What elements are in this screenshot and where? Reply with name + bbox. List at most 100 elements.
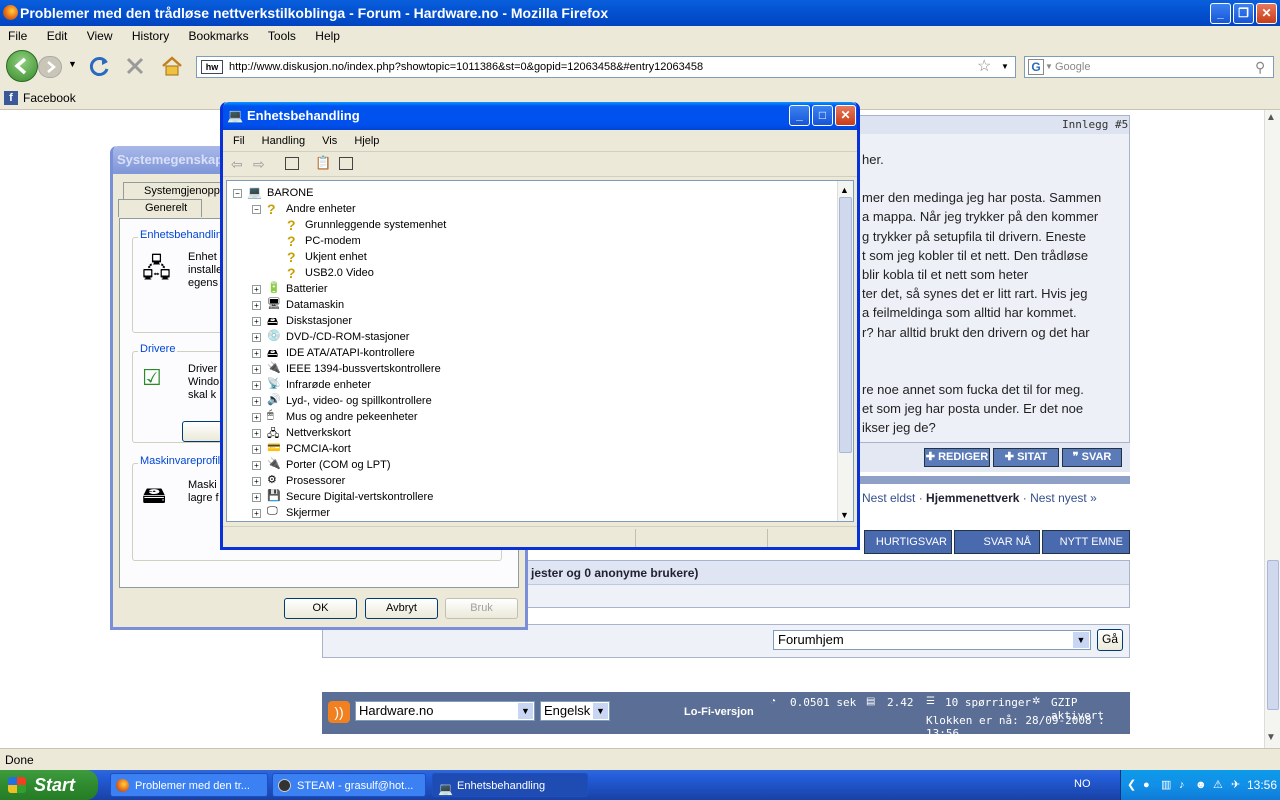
dm-close-button[interactable]: ✕	[835, 105, 856, 126]
tree-category[interactable]: Infrarøde enheter	[286, 377, 371, 393]
tree-category[interactable]: Mus og andre pekeenheter	[286, 409, 417, 425]
language-select[interactable]: Engelsk ▼	[540, 701, 610, 721]
minimize-button[interactable]: _	[1210, 3, 1231, 24]
tray-expand-icon[interactable]: ❮	[1127, 770, 1136, 800]
menu-history[interactable]: History	[132, 29, 169, 43]
expand-icon[interactable]: +	[252, 429, 261, 438]
post-number[interactable]: Innlegg #5	[1062, 118, 1128, 131]
tree-category[interactable]: Lyd-, video- og spillkontrollere	[286, 393, 432, 409]
tree-scrollbar[interactable]: ▲ ▼	[837, 181, 853, 521]
expand-icon[interactable]: +	[252, 365, 261, 374]
tree-other-devices[interactable]: Andre enheter	[286, 201, 356, 217]
dm-menu-action[interactable]: Handling	[262, 135, 305, 147]
show-hide-tree-icon[interactable]	[285, 157, 299, 170]
close-button[interactable]: ✕	[1256, 3, 1277, 24]
expand-icon[interactable]: +	[252, 445, 261, 454]
google-engine-icon[interactable]: G	[1028, 59, 1044, 75]
dm-minimize-button[interactable]: _	[789, 105, 810, 126]
dm-forward-icon[interactable]: ⇨	[253, 156, 265, 173]
bookmark-facebook[interactable]: Facebook	[23, 86, 76, 110]
tree-category[interactable]: Datamaskin	[286, 297, 344, 313]
tray-security-icon[interactable]: ⚠	[1213, 770, 1223, 800]
scroll-up-icon[interactable]: ▲	[1266, 112, 1276, 123]
scroll-thumb[interactable]	[1267, 560, 1279, 710]
tray-steam-icon[interactable]: ●	[1143, 770, 1150, 800]
tree-category[interactable]: DVD-/CD-ROM-stasjoner	[286, 329, 409, 345]
ok-button[interactable]: OK	[284, 598, 357, 619]
tree-scroll-thumb[interactable]	[839, 197, 852, 453]
expand-icon[interactable]: +	[252, 477, 261, 486]
nav-next-link[interactable]: Nest nyest »	[1030, 491, 1097, 505]
menu-tools[interactable]: Tools	[268, 29, 296, 43]
expand-icon[interactable]: +	[252, 349, 261, 358]
engine-dropdown-icon[interactable]: ▼	[1045, 57, 1053, 77]
nav-prev-link[interactable]: Nest eldst	[862, 491, 915, 505]
scroll-down-icon[interactable]: ▼	[840, 507, 849, 521]
apply-button[interactable]: Bruk	[445, 598, 518, 619]
expand-icon[interactable]: +	[252, 333, 261, 342]
expand-icon[interactable]: +	[252, 301, 261, 310]
tray-user-icon[interactable]: ☻	[1195, 770, 1207, 800]
tree-root[interactable]: BARONE	[267, 185, 313, 201]
home-icon[interactable]	[160, 54, 184, 78]
quote-button[interactable]: ✚ SITAT	[993, 448, 1059, 467]
page-scrollbar[interactable]: ▲ ▼	[1264, 110, 1280, 748]
tree-category[interactable]: Skjermer	[286, 505, 330, 521]
tray-volume-icon[interactable]: ♪	[1179, 770, 1185, 800]
menu-help[interactable]: Help	[315, 29, 340, 43]
expand-icon[interactable]: +	[252, 397, 261, 406]
collapse-icon[interactable]: −	[233, 189, 242, 198]
expand-icon[interactable]: +	[252, 413, 261, 422]
tree-category[interactable]: PCMCIA-kort	[286, 441, 351, 457]
rss-icon[interactable]: ))	[328, 701, 350, 723]
driver-signing-button[interactable]	[182, 421, 222, 442]
expand-icon[interactable]: +	[252, 317, 261, 326]
expand-icon[interactable]: +	[252, 381, 261, 390]
expand-icon[interactable]: +	[252, 493, 261, 502]
site-select[interactable]: Hardware.no ▼	[355, 701, 535, 721]
taskbar-firefox[interactable]: Problemer med den tr...	[110, 773, 268, 797]
dm-back-icon[interactable]: ⇦	[231, 156, 243, 173]
search-icon[interactable]: ⚲	[1255, 57, 1265, 77]
tree-category[interactable]: Batterier	[286, 281, 328, 297]
start-button[interactable]: Start	[0, 770, 98, 800]
update-driver-icon[interactable]	[339, 157, 353, 170]
quick-reply-button[interactable]: HURTIGSVAR	[864, 530, 952, 554]
cancel-button[interactable]: Avbryt	[365, 598, 438, 619]
lofi-link[interactable]: Lo-Fi-versjon	[684, 706, 754, 718]
dm-menu-view[interactable]: Vis	[322, 135, 337, 147]
scroll-down-icon[interactable]: ▼	[1266, 732, 1276, 743]
add-reply-button[interactable]: SVAR NÅ	[954, 530, 1040, 554]
url-dropdown-icon[interactable]: ▼	[1001, 57, 1009, 77]
tree-category[interactable]: Diskstasjoner	[286, 313, 352, 329]
tree-device[interactable]: Grunnleggende systemenhet	[305, 217, 446, 233]
tray-network-icon[interactable]: ▥	[1161, 770, 1171, 800]
nav-forum-link[interactable]: Hjemmenettverk	[926, 491, 1019, 505]
url-bar[interactable]: hw http://www.diskusjon.no/index.php?sho…	[196, 56, 1016, 78]
bookmark-star-icon[interactable]: ☆	[977, 57, 991, 77]
back-button[interactable]	[6, 50, 38, 82]
taskbar-device-manager[interactable]: 💻 Enhetsbehandling	[432, 773, 588, 797]
expand-icon[interactable]: +	[252, 509, 261, 518]
tab-system-restore[interactable]: Systemgjenoppr	[123, 182, 224, 200]
expand-icon[interactable]: +	[252, 461, 261, 470]
tree-category[interactable]: IDE ATA/ATAPI-kontrollere	[286, 345, 415, 361]
tree-category[interactable]: Secure Digital-vertskontrollere	[286, 489, 433, 505]
language-indicator[interactable]: NO	[1074, 778, 1091, 790]
stop-icon[interactable]	[124, 55, 146, 77]
go-button[interactable]: Gå	[1097, 629, 1123, 651]
restore-button[interactable]: ❐	[1233, 3, 1254, 24]
edit-button[interactable]: ✚ REDIGER	[924, 448, 990, 467]
new-topic-button[interactable]: NYTT EMNE	[1042, 530, 1130, 554]
history-dropdown-icon[interactable]: ▼	[68, 59, 77, 69]
tree-category[interactable]: Porter (COM og LPT)	[286, 457, 391, 473]
tab-general[interactable]: Generelt	[118, 199, 202, 217]
forward-button[interactable]	[38, 56, 62, 78]
tray-wireless-icon[interactable]: ✈	[1231, 770, 1240, 800]
dm-menu-help[interactable]: Hjelp	[354, 135, 379, 147]
tree-device[interactable]: Ukjent enhet	[305, 249, 367, 265]
tray-clock[interactable]: 13:56	[1247, 770, 1277, 800]
tree-category[interactable]: Nettverkskort	[286, 425, 351, 441]
taskbar-steam[interactable]: STEAM - grasulf@hot...	[272, 773, 426, 797]
forum-jump-select[interactable]: Forumhjem ▼	[773, 630, 1091, 650]
